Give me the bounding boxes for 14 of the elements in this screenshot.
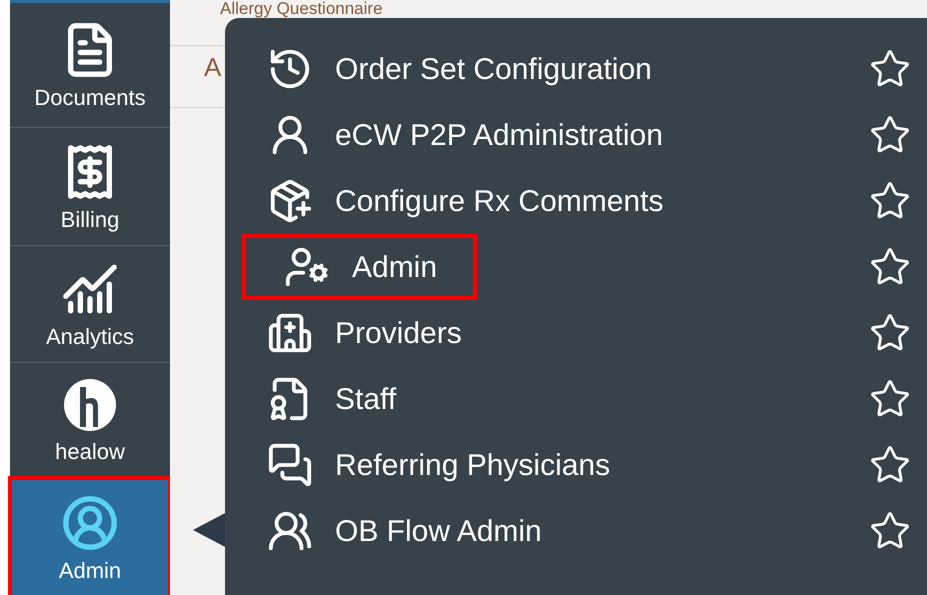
menu-item[interactable]: Order Set Configuration [225,36,692,102]
menu-item[interactable]: eCW P2P Administration [225,102,703,168]
logo-icon [62,377,118,433]
list-row-text: Allergy Questionnaire [220,0,383,18]
list-row-text: A [204,54,222,80]
menu-item[interactable]: Configure Rx Comments [225,168,704,234]
menu-item[interactable]: OB Flow Admin [225,498,582,564]
menu-item[interactable]: Providers [225,300,502,366]
user-icon [61,494,119,552]
menu-item[interactable]: Admin [242,234,478,300]
menu-item[interactable]: Referring Physicians [225,432,650,498]
sidebar-item[interactable]: Admin [10,478,170,595]
speech-bubbles-icon [267,442,313,488]
menu-item[interactable]: Staff [225,366,436,432]
